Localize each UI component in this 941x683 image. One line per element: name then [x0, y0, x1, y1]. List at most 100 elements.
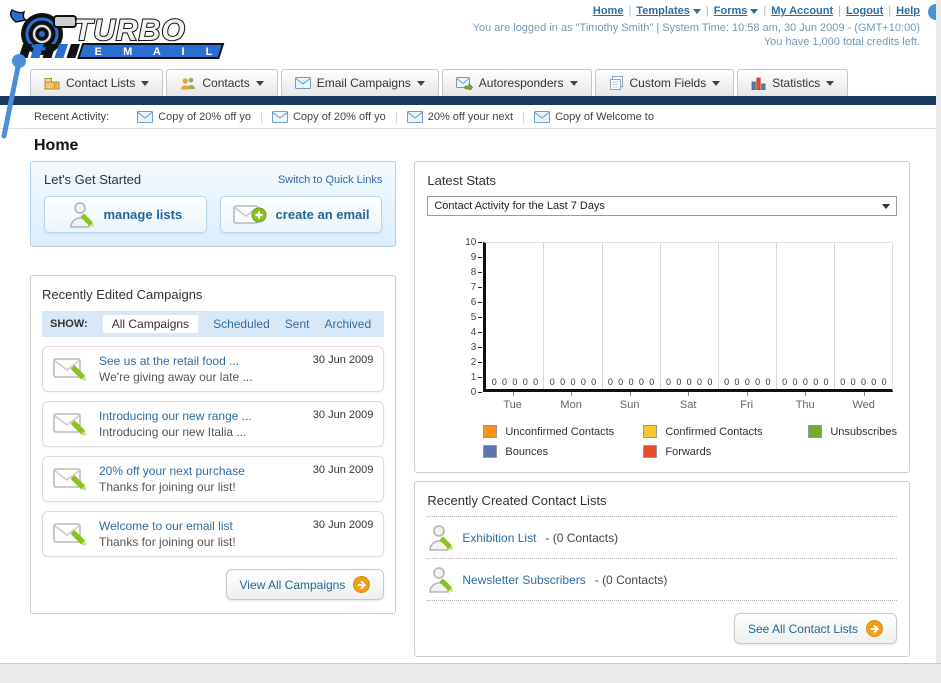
- campaign-title-link[interactable]: Welcome to our email list: [99, 519, 236, 533]
- campaign-title-link[interactable]: Introducing our new range ...: [99, 409, 252, 423]
- arrow-circle-icon: [353, 576, 371, 593]
- y-axis-tick: [478, 272, 483, 273]
- y-axis-tick: [478, 302, 483, 303]
- bar-value-label: 0: [840, 377, 846, 387]
- chevron-down-icon: [569, 80, 578, 86]
- x-axis-label: Sat: [659, 392, 718, 411]
- filter-scheduled[interactable]: Scheduled: [213, 317, 270, 331]
- contact-list-link[interactable]: Newsletter Subscribers: [462, 573, 585, 587]
- manage-lists-button[interactable]: manage lists: [44, 196, 207, 233]
- y-axis-label: 0: [470, 387, 477, 398]
- contact-lists-title: Recently Created Contact Lists: [427, 493, 607, 508]
- recent-activity-item[interactable]: Copy of 20% off yo: [127, 110, 261, 123]
- envelope-icon: [294, 77, 311, 89]
- legend-item: Unconfirmed Contacts: [483, 425, 643, 438]
- top-link-logout[interactable]: Logout: [846, 5, 883, 17]
- tab-custom-fields[interactable]: Custom Fields: [594, 69, 735, 96]
- contact-list-detail: - (0 Contacts): [594, 573, 668, 587]
- filter-all-campaigns[interactable]: All Campaigns: [102, 315, 199, 333]
- bar-value-label: 0: [802, 377, 808, 387]
- bar-value-label: 0: [765, 377, 771, 387]
- legend-swatch: [483, 425, 498, 438]
- filter-archived[interactable]: Archived: [324, 317, 371, 331]
- recent-activity-item[interactable]: 20% off your next: [395, 110, 523, 123]
- recent-activity-item-label: 20% off your next: [427, 110, 514, 123]
- show-label: SHOW:: [50, 318, 88, 330]
- stats-report-dropdown[interactable]: Contact Activity for the Last 7 Days: [427, 196, 897, 216]
- blue-pin-decoration: [1, 54, 26, 139]
- bar-value-label: 0: [707, 377, 713, 387]
- tab-label: Contacts: [202, 76, 250, 90]
- bar-value-label: 0: [744, 377, 750, 387]
- tab-autoresponders[interactable]: Autoresponders: [441, 69, 592, 96]
- campaign-card: Welcome to our email list Thanks for join…: [42, 511, 385, 557]
- y-axis-tick: [478, 287, 483, 288]
- envelope-pencil-icon: [53, 520, 89, 548]
- bar-value-label: 0: [533, 377, 539, 387]
- y-axis-label: 8: [470, 267, 477, 278]
- recent-activity-item-label: Copy of 20% off yo: [158, 110, 251, 123]
- header: E M A I L TURBO Home | Templates | Forms | My …: [0, 0, 936, 68]
- top-link-separator: |: [838, 5, 842, 17]
- top-link-home[interactable]: Home: [593, 5, 624, 17]
- envelope-icon: [406, 110, 423, 123]
- svg-text:TURBO: TURBO: [74, 14, 186, 47]
- contact-list-link[interactable]: Exhibition List: [462, 531, 536, 545]
- chevron-down-icon: [692, 8, 701, 14]
- tab-contacts[interactable]: Contacts: [166, 69, 278, 96]
- recent-activity-item[interactable]: Copy of Welcome to: [523, 110, 664, 123]
- tab-statistics[interactable]: Statistics: [737, 69, 849, 96]
- top-link-separator: |: [888, 5, 892, 17]
- see-all-contact-lists-button[interactable]: See All Contact Lists: [733, 613, 897, 644]
- campaign-title-link[interactable]: 20% off your next purchase: [99, 464, 245, 478]
- person-pencil-icon: [68, 201, 95, 229]
- footer-strip: [0, 663, 941, 683]
- switch-quick-links-link[interactable]: Switch to Quick Links: [278, 174, 383, 186]
- x-axis-label: Thu: [776, 392, 835, 411]
- recent-activity-item-label: Copy of 20% off yo: [292, 110, 386, 123]
- y-axis-tick: [478, 332, 483, 333]
- chart-day-group: 00000: [719, 243, 777, 389]
- top-link-templates[interactable]: Templates: [636, 5, 690, 17]
- y-axis-label: 4: [470, 327, 477, 338]
- create-an-email-button[interactable]: create an email: [219, 196, 383, 233]
- top-link-my-account[interactable]: My Account: [771, 5, 833, 17]
- tab-label: Email Campaigns: [316, 76, 411, 90]
- legend-item: Confirmed Contacts: [643, 425, 808, 438]
- recent-activity-label: Recent Activity:: [34, 110, 110, 123]
- filter-sent[interactable]: Sent: [285, 317, 310, 331]
- legend-swatch: [643, 425, 658, 438]
- pages-icon: [609, 76, 624, 90]
- legend-swatch: [483, 445, 498, 458]
- arrow-circle-icon: [866, 620, 883, 637]
- campaign-subtitle: Thanks for joining our list!: [99, 535, 236, 549]
- x-axis-label: Tue: [483, 392, 542, 411]
- campaign-card: See us at the retail food ... We're givin…: [42, 346, 385, 392]
- bar-value-label: 0: [686, 377, 692, 387]
- y-axis-label: 5: [470, 312, 477, 323]
- campaign-card: 20% off your next purchase Thanks for joi…: [42, 456, 385, 502]
- campaign-filter-bar: SHOW: All Campaigns Scheduled Sent Archived: [42, 311, 385, 337]
- y-axis-label: 7: [470, 282, 477, 293]
- envelope-pencil-icon: [53, 355, 89, 383]
- campaign-card: Introducing our new range ... Introducing…: [42, 401, 385, 447]
- y-axis-tick: [478, 317, 483, 318]
- y-axis-label: 1: [470, 372, 477, 383]
- tab-contact-lists[interactable]: Contact Lists: [30, 69, 164, 96]
- tab-label: Statistics: [772, 76, 821, 90]
- tab-email-campaigns[interactable]: Email Campaigns: [280, 69, 439, 96]
- main-nav-tabs: Contact Lists Contacts Email Campaigns Auto…: [0, 68, 936, 96]
- x-axis-tick: [805, 392, 807, 396]
- login-info: You are logged in as "Timothy Smith" | S…: [472, 22, 920, 34]
- envelope-icon: [271, 110, 288, 123]
- top-link-forms[interactable]: Forms: [714, 5, 748, 17]
- latest-stats-title: Latest Stats: [427, 173, 497, 188]
- envelope-pencil-icon: [53, 465, 89, 493]
- recent-activity-item[interactable]: Copy of 20% off yo: [260, 110, 396, 123]
- chart-day-group: 00000: [486, 243, 545, 389]
- view-all-campaigns-button[interactable]: View All Campaigns: [225, 569, 385, 600]
- bar-value-label: 0: [607, 377, 613, 387]
- y-axis-tick: [478, 347, 483, 348]
- top-link-help[interactable]: Help: [896, 5, 920, 17]
- campaign-title-link[interactable]: See us at the retail food ...: [99, 354, 252, 368]
